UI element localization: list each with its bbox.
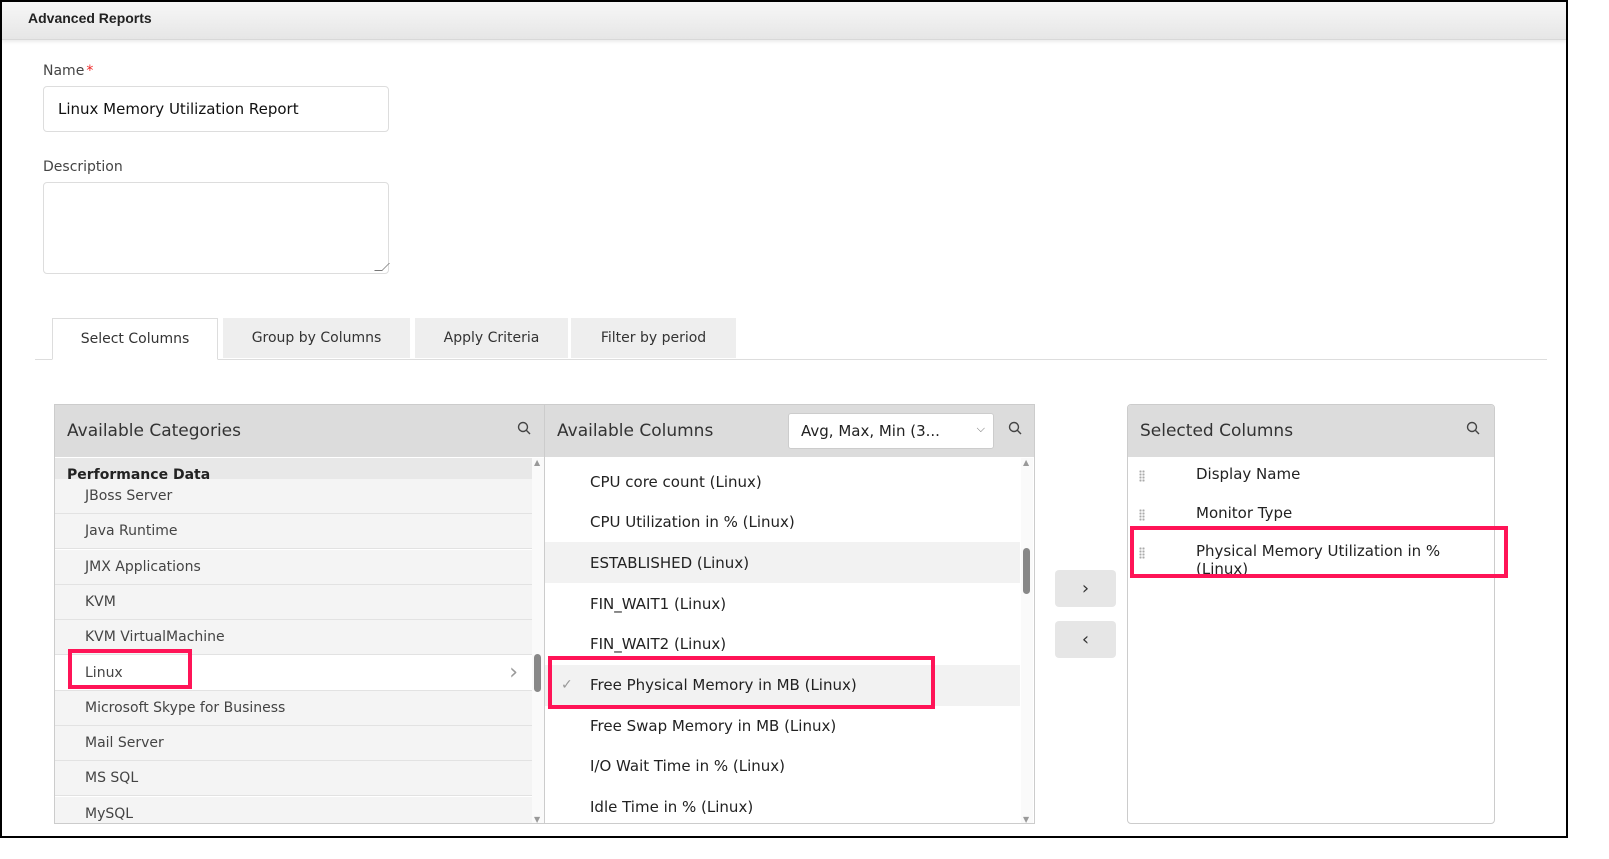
drag-handle-icon[interactable] [1139, 508, 1145, 521]
selected-column-item[interactable]: Physical Memory Utilization in % (Linux) [1196, 542, 1494, 578]
advanced-reports-page: Advanced Reports Name * Linux Memory Util… [0, 0, 1568, 838]
column-item[interactable]: Idle Time in % (Linux) [545, 787, 1020, 823]
category-label: JMX Applications [85, 558, 201, 575]
category-label: Java Runtime [85, 523, 178, 540]
search-icon[interactable] [1008, 421, 1022, 435]
column-label: Idle Time in % (Linux) [590, 798, 754, 817]
check-icon: ✓ [561, 677, 573, 693]
category-label: JBoss Server [85, 488, 173, 504]
column-item[interactable]: CPU Utilization in % (Linux) [545, 502, 1020, 543]
resize-handle[interactable] [374, 263, 390, 271]
tab-divider [35, 359, 1547, 360]
category-item[interactable]: Linux › [55, 655, 532, 691]
scroll-thumb[interactable] [534, 654, 541, 692]
page-title: Advanced Reports [28, 10, 152, 26]
name-input[interactable]: Linux Memory Utilization Report [43, 86, 389, 132]
required-mark: * [86, 63, 94, 79]
column-label: Free Swap Memory in MB (Linux) [590, 716, 837, 735]
category-item[interactable]: Microsoft Skype for Business [55, 690, 532, 726]
scroll-down-icon[interactable]: ▼ [1023, 815, 1029, 823]
selected-columns-panel: Selected Columns Display Name Monitor Typ… [1127, 404, 1495, 824]
available-categories-panel: Available Categories Performance Data JB… [54, 404, 545, 824]
selected-title: Selected Columns [1140, 421, 1294, 441]
column-item[interactable]: CPU core count (Linux) [545, 461, 1020, 502]
add-column-button[interactable]: › [1055, 570, 1116, 607]
selected-header: Selected Columns [1128, 405, 1494, 457]
categories-header: Available Categories [55, 405, 545, 457]
column-label: CPU core count (Linux) [590, 472, 762, 491]
tab-filter-by-period[interactable]: Filter by period [571, 318, 736, 358]
tab-group-by-columns[interactable]: Group by Columns [223, 318, 410, 358]
category-label: MySQL [85, 805, 134, 822]
chevron-down-icon: ⌵ [976, 422, 985, 435]
category-label: Linux [85, 664, 123, 681]
columns-scrollbar[interactable]: ▲ ▼ [1021, 458, 1033, 823]
category-item[interactable]: Mail Server [55, 726, 532, 762]
column-item[interactable]: ✓ Free Physical Memory in MB (Linux) [545, 664, 1020, 706]
columns-header: Available Columns Avg, Max, Min (3... ⌵ [545, 405, 1034, 457]
aggregate-dropdown[interactable]: Avg, Max, Min (3... ⌵ [788, 413, 994, 449]
column-label: FIN_WAIT2 (Linux) [590, 635, 727, 654]
name-label: Name * [43, 63, 94, 79]
column-item[interactable]: FIN_WAIT2 (Linux) [545, 624, 1020, 665]
page-header: Advanced Reports [2, 2, 1566, 40]
remove-column-button[interactable]: ‹ [1055, 621, 1116, 658]
category-label: Microsoft Skype for Business [85, 699, 286, 716]
category-item[interactable]: MS SQL [55, 761, 532, 797]
chevron-right-icon: › [509, 660, 518, 685]
category-item[interactable]: KVM VirtualMachine [55, 620, 532, 656]
column-item[interactable]: Free Swap Memory in MB (Linux) [545, 705, 1020, 746]
description-textarea[interactable] [43, 182, 390, 274]
categories-scrollbar[interactable]: ▲ ▼ [532, 458, 544, 823]
column-label: Free Physical Memory in MB (Linux) [590, 676, 857, 694]
category-item[interactable]: MySQL [55, 796, 532, 823]
tab-apply-criteria[interactable]: Apply Criteria [415, 318, 568, 358]
search-icon[interactable] [517, 421, 531, 435]
column-item[interactable]: ESTABLISHED (Linux) [545, 542, 1020, 584]
search-icon[interactable] [1466, 421, 1480, 435]
column-item[interactable]: I/O Wait Time in % (Linux) [545, 746, 1020, 787]
drag-handle-icon[interactable] [1139, 547, 1145, 559]
category-label: MS SQL [85, 770, 139, 787]
selected-column-item[interactable]: Display Name [1196, 465, 1300, 483]
category-label: Mail Server [85, 735, 164, 752]
columns-title: Available Columns [557, 421, 714, 441]
category-item[interactable]: JBoss Server [55, 479, 532, 514]
selected-column-item[interactable]: Monitor Type [1196, 504, 1292, 522]
categories-title: Available Categories [67, 421, 241, 441]
category-label: KVM VirtualMachine [85, 629, 225, 646]
tab-select-columns[interactable]: Select Columns [52, 318, 218, 360]
scroll-up-icon[interactable]: ▲ [534, 458, 540, 467]
description-label: Description [43, 159, 123, 175]
column-label: FIN_WAIT1 (Linux) [590, 594, 727, 613]
scroll-down-icon[interactable]: ▼ [534, 815, 540, 823]
available-columns-panel: Available Columns Avg, Max, Min (3... ⌵ C… [544, 404, 1035, 824]
column-label: CPU Utilization in % (Linux) [590, 513, 795, 532]
category-item[interactable]: KVM [55, 584, 532, 620]
scroll-up-icon[interactable]: ▲ [1023, 458, 1029, 467]
drag-handle-icon[interactable] [1139, 470, 1145, 482]
column-label: ESTABLISHED (Linux) [590, 553, 750, 572]
column-label: I/O Wait Time in % (Linux) [590, 757, 785, 776]
category-label: KVM [85, 593, 116, 610]
column-item[interactable]: FIN_WAIT1 (Linux) [545, 583, 1020, 624]
category-item[interactable]: Java Runtime [55, 514, 532, 550]
category-item[interactable]: JMX Applications [55, 549, 532, 585]
scroll-thumb[interactable] [1023, 548, 1030, 594]
